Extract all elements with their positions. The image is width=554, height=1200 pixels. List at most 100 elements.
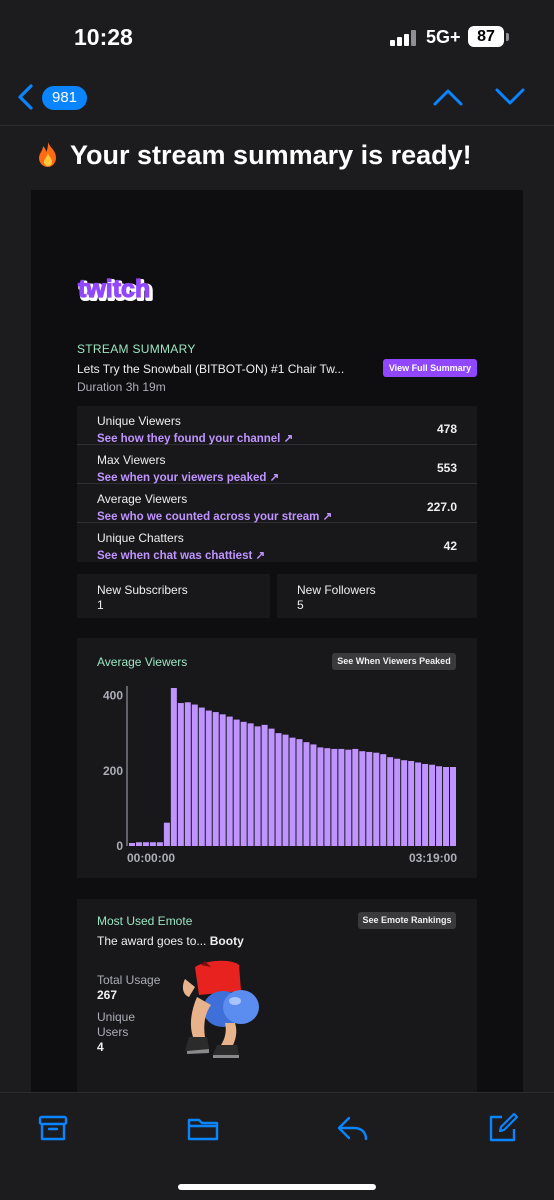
chart-bar (163, 822, 170, 846)
metric-label: Unique Viewers (97, 414, 181, 428)
y-tick-label: 200 (103, 764, 123, 778)
booty-emote-icon (182, 960, 259, 1058)
folder-icon[interactable] (186, 1111, 220, 1145)
average-viewers-chart: 0 200 400 00:00:00 03:19:00 (103, 686, 457, 865)
y-tick-label: 0 (116, 839, 123, 853)
status-bar: 10:28 5G+ 87 (0, 0, 554, 70)
reply-icon[interactable] (336, 1111, 370, 1145)
chart-bar (135, 842, 142, 846)
metric-link[interactable]: See how they found your channel ↗ (97, 431, 293, 445)
emote-title: Most Used Emote (97, 914, 193, 928)
x-tick-label: 03:19:00 (409, 851, 457, 865)
chart-bar (359, 751, 366, 846)
chart-bar (373, 752, 380, 846)
chart-bar (387, 757, 394, 846)
metric-row: Unique Chatters See when chat was chatti… (77, 523, 477, 562)
chart-bar (142, 842, 149, 846)
next-message-icon[interactable] (494, 84, 526, 110)
metric-row: Average Viewers See who we counted acros… (77, 484, 477, 523)
arrow-up-right-icon: ↗ (283, 433, 294, 445)
chart-bar (443, 767, 450, 846)
tile-label: New Followers (297, 583, 376, 597)
stream-title: Lets Try the Snowball (BITBOT-ON) #1 Cha… (77, 362, 345, 376)
chart-bar (401, 760, 408, 846)
arrow-up-right-icon: ↗ (322, 511, 333, 523)
chart-bar (226, 716, 233, 846)
battery-tip (506, 33, 509, 41)
unique-users-label-1: Unique (97, 1010, 136, 1024)
see-emote-rankings-button[interactable]: See Emote Rankings (358, 912, 456, 929)
home-indicator (178, 1184, 376, 1190)
chart-bar (296, 739, 303, 846)
chart-bar (450, 767, 456, 846)
chart-bar (429, 764, 436, 846)
metric-row: Unique Viewers See how they found your c… (77, 406, 477, 445)
emote-award: The award goes to... Booty (97, 934, 244, 948)
cellular-signal-icon (390, 30, 416, 46)
back-chevron-icon[interactable] (14, 82, 38, 112)
chart-bar (275, 733, 282, 846)
chart-bar (129, 842, 135, 846)
subject-text: Your stream summary is ready! (70, 140, 472, 170)
chart-bar (149, 842, 156, 846)
chart-bar (219, 714, 226, 846)
chart-bar (436, 766, 443, 846)
metric-link[interactable]: See when chat was chattiest ↗ (97, 548, 265, 562)
chart-title: Average Viewers (97, 655, 188, 669)
metrics-panel: Unique Viewers See how they found your c… (77, 406, 477, 562)
tile-label: New Subscribers (97, 583, 188, 597)
total-usage-label: Total Usage (97, 973, 161, 987)
new-followers-tile: New Followers 5 (277, 574, 477, 618)
chart-bar (212, 712, 219, 846)
chart-bar (338, 748, 345, 846)
chart-bar (205, 710, 212, 846)
metric-value: 478 (436, 422, 457, 436)
status-time: 10:28 (74, 24, 133, 50)
chart-bar (233, 719, 240, 846)
previous-message-icon[interactable] (432, 84, 464, 110)
y-tick-label: 400 (103, 689, 123, 703)
chart-bar (268, 728, 275, 846)
archive-icon[interactable] (36, 1111, 70, 1145)
most-used-emote-card: Most Used Emote See Emote Rankings The a… (77, 899, 477, 1099)
chart-bar (156, 842, 163, 846)
email-subject: Your stream summary is ready! (34, 140, 472, 171)
fire-icon (39, 142, 56, 167)
average-viewers-card: Average Viewers See When Viewers Peaked … (77, 638, 477, 878)
chart-bar (415, 762, 422, 846)
chart-bar (310, 744, 317, 846)
chart-bar (345, 749, 352, 846)
metric-link[interactable]: See who we counted across your stream ↗ (97, 509, 332, 523)
metric-link[interactable]: See when your viewers peaked ↗ (97, 470, 279, 484)
unique-users-label-2: Users (97, 1025, 129, 1039)
see-when-viewers-peaked-button[interactable]: See When Viewers Peaked (332, 653, 456, 670)
unread-count-badge[interactable]: 981 (42, 86, 88, 110)
twitch-logo: twitch twitch (77, 274, 154, 306)
chart-bar (282, 734, 289, 846)
svg-text:twitch: twitch (78, 275, 150, 303)
chart-bar (170, 688, 177, 846)
total-usage-value: 267 (97, 988, 118, 1002)
chart-bar (394, 758, 401, 846)
chart-bar (317, 747, 324, 846)
chart-bar (408, 760, 415, 846)
metric-value: 553 (436, 461, 457, 475)
chart-bar (240, 721, 247, 846)
metric-value: 227.0 (426, 500, 457, 514)
battery-icon: 87 (468, 26, 504, 47)
chart-bar (184, 702, 191, 846)
chart-bar (177, 703, 184, 846)
metric-row: Max Viewers See when your viewers peaked… (77, 445, 477, 484)
view-full-summary-button[interactable]: View Full Summary (383, 359, 477, 377)
x-tick-label: 00:00:00 (127, 851, 175, 865)
chart-bar (261, 724, 268, 846)
chart-bar (324, 748, 331, 846)
compose-icon[interactable] (486, 1111, 520, 1145)
emote-name: Booty (209, 934, 244, 948)
chart-bar (191, 704, 198, 846)
arrow-up-right-icon: ↗ (255, 550, 266, 562)
chart-bar (352, 748, 359, 846)
metric-label: Max Viewers (97, 453, 166, 467)
stream-summary-label: STREAM SUMMARY (77, 342, 196, 356)
metric-value: 42 (443, 539, 457, 553)
